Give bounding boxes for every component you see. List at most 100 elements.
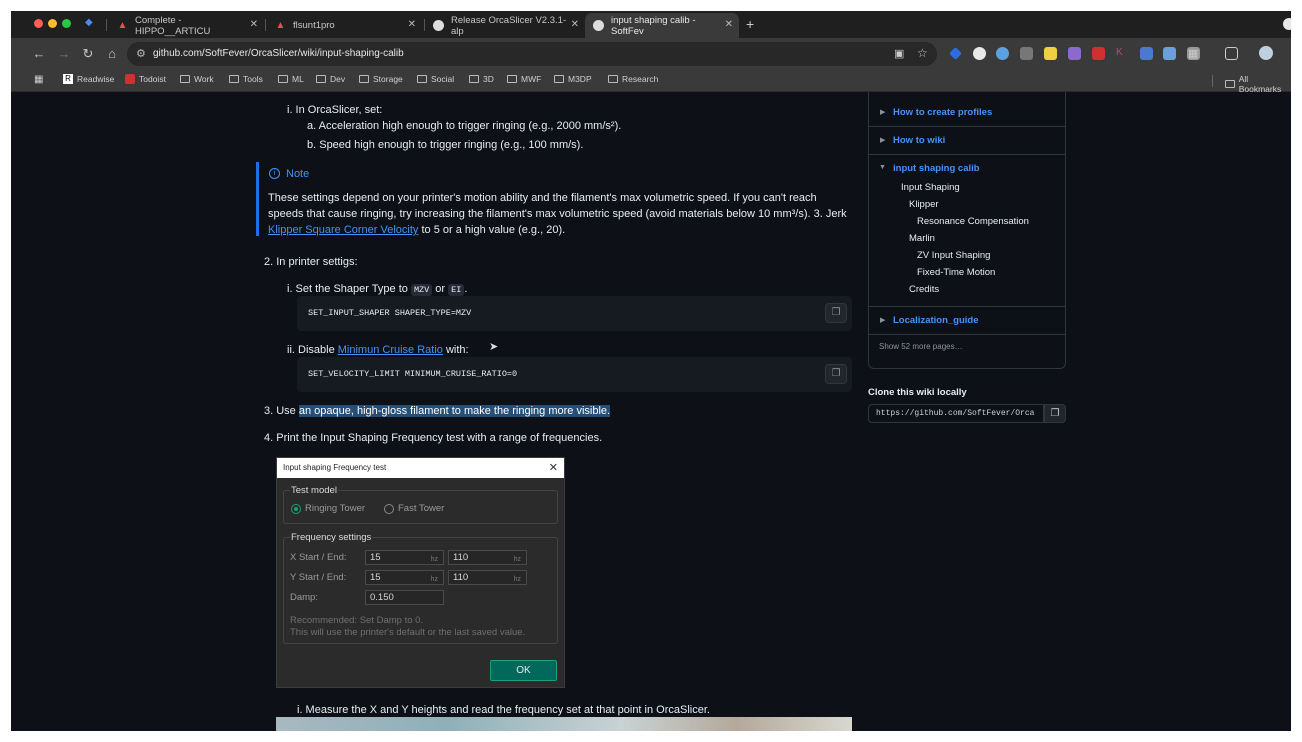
clone-url-input[interactable]: https://github.com/SoftFever/Orca	[868, 404, 1044, 423]
minimize-window-button[interactable]	[48, 19, 57, 28]
toc-input-shaping[interactable]: Input Shaping	[901, 182, 960, 193]
extension-shield-icon[interactable]	[1068, 47, 1081, 60]
unit-label: hz	[513, 556, 521, 563]
caret-right-icon[interactable]: ▶	[880, 316, 885, 324]
tab-release-orcaslicer[interactable]: Release OrcaSlicer V2.3.1-alp ✕	[425, 13, 585, 38]
warning-icon: ▲	[117, 20, 128, 31]
y-start-input[interactable]: 15 hz	[365, 570, 444, 585]
dialog-titlebar: Input shaping Frequency test ✕	[277, 458, 564, 478]
home-icon[interactable]: ⌂	[103, 45, 121, 63]
site-info-icon[interactable]: ⚙	[136, 47, 146, 60]
close-icon[interactable]: ✕	[549, 461, 558, 474]
profile-avatar[interactable]	[1259, 46, 1273, 60]
extension-onepassword-icon[interactable]	[973, 47, 986, 60]
close-icon[interactable]: ✕	[408, 19, 416, 30]
x-start-input[interactable]: 15 hz	[365, 550, 444, 565]
apps-grid-icon[interactable]: ▦	[34, 74, 43, 85]
toc-resonance-compensation[interactable]: Resonance Compensation	[917, 216, 1029, 227]
caret-right-icon[interactable]: ▶	[880, 108, 885, 116]
caret-right-icon[interactable]: ▶	[880, 136, 885, 144]
back-arrow-icon[interactable]: ←	[30, 45, 48, 63]
bookmark-readwise[interactable]: R Readwise	[63, 74, 114, 84]
toc-credits[interactable]: Credits	[909, 284, 939, 295]
klipper-scv-link[interactable]: Klipper Square Corner Velocity	[268, 224, 418, 236]
toc-marlin[interactable]: Marlin	[909, 233, 935, 244]
show-more-pages-link[interactable]: Show 52 more pages…	[879, 342, 963, 351]
code-text: SET_VELOCITY_LIMIT MINIMUM_CRUISE_RATIO=…	[308, 369, 518, 379]
bookmark-folder-ml[interactable]: ML	[278, 74, 304, 84]
sidebar-page-how-to-wiki[interactable]: How to wiki	[893, 135, 945, 146]
x-start-end-label: X Start / End:	[290, 552, 347, 563]
install-app-icon[interactable]: ▣	[894, 47, 904, 60]
bookmark-star-icon[interactable]: ☆	[917, 46, 928, 60]
extension-todoist-icon[interactable]	[1092, 47, 1105, 60]
damp-input[interactable]: 0.150	[365, 590, 444, 605]
bookmark-folder-3d[interactable]: 3D	[469, 74, 494, 84]
ok-button[interactable]: OK	[490, 660, 557, 681]
divider	[869, 154, 1065, 155]
extension-globe-icon[interactable]	[996, 47, 1009, 60]
extension-chart-icon[interactable]	[1163, 47, 1176, 60]
url-text[interactable]: github.com/SoftFever/OrcaSlicer/wiki/inp…	[153, 48, 404, 59]
copy-icon[interactable]: ❐	[825, 303, 847, 323]
ringing-tower-label: Ringing Tower	[305, 503, 366, 514]
tab-input-shaping-calib[interactable]: input shaping calib - SoftFev ✕	[585, 13, 739, 38]
new-tab-button[interactable]: +	[746, 16, 754, 32]
extensions-puzzle-icon[interactable]: ▦	[1188, 47, 1201, 60]
bookmark-folder-mwf[interactable]: MWF	[507, 74, 541, 84]
bookmark-label: Dev	[330, 74, 346, 84]
close-icon[interactable]: ✕	[571, 19, 579, 30]
extension-bird-icon[interactable]	[1140, 47, 1153, 60]
extension-gem-icon[interactable]	[949, 47, 962, 60]
bookmark-folder-social[interactable]: Social	[417, 74, 454, 84]
radio-fast-tower[interactable]	[384, 504, 394, 514]
folder-icon	[229, 75, 239, 83]
x-end-input[interactable]: 110 hz	[448, 550, 527, 565]
sidebar-page-input-shaping-calib[interactable]: input shaping calib	[893, 163, 980, 174]
copy-icon[interactable]: ❐	[825, 364, 847, 384]
caret-down-icon[interactable]: ▼	[879, 164, 886, 171]
reload-icon[interactable]: ↻	[79, 45, 97, 63]
side-panel-icon[interactable]	[1225, 47, 1238, 60]
field-value: 15	[370, 552, 381, 563]
address-bar[interactable]: ⚙ github.com/SoftFever/OrcaSlicer/wiki/i…	[127, 42, 937, 66]
y-end-input[interactable]: 110 hz	[448, 570, 527, 585]
bookmark-folder-work[interactable]: Work	[180, 74, 214, 84]
bookmark-folder-storage[interactable]: Storage	[359, 74, 403, 84]
copy-icon[interactable]: ❐	[1044, 404, 1066, 423]
step-2-ii-text: ii. Disable Minimun Cruise Ratio with:	[287, 344, 469, 356]
extension-k-icon[interactable]: K	[1116, 47, 1129, 60]
toc-fixed-time-motion[interactable]: Fixed-Time Motion	[917, 267, 995, 278]
close-window-button[interactable]	[34, 19, 43, 28]
tab-hippo[interactable]: ▲ Complete - HIPPO__ARTICU ✕	[109, 13, 264, 38]
extension-readwise-icon[interactable]	[1044, 47, 1057, 60]
forward-arrow-icon[interactable]: →	[55, 45, 73, 63]
bookmarks-separator	[1212, 75, 1213, 87]
pinned-tab-icon[interactable]: ◆	[85, 18, 95, 28]
bookmark-folder-dev[interactable]: Dev	[316, 74, 345, 84]
sidebar-page-how-to-create-profiles[interactable]: How to create profiles	[893, 107, 992, 118]
y-start-end-label: Y Start / End:	[290, 572, 347, 583]
maximize-window-button[interactable]	[62, 19, 71, 28]
extension-screenshot-icon[interactable]	[1020, 47, 1033, 60]
bookmark-folder-m3dp[interactable]: M3DP	[554, 74, 592, 84]
close-icon[interactable]: ✕	[250, 19, 258, 30]
bookmark-folder-research[interactable]: Research	[608, 74, 658, 84]
toc-klipper[interactable]: Klipper	[909, 199, 939, 210]
code-text: SET_INPUT_SHAPER SHAPER_TYPE=MZV	[308, 308, 472, 318]
bookmark-label: Todoist	[139, 74, 166, 84]
tab-search-icon[interactable]	[1283, 18, 1291, 30]
sidebar-page-localization-guide[interactable]: Localization_guide	[893, 315, 979, 326]
bookmark-todoist[interactable]: Todoist	[125, 74, 166, 84]
bookmark-label: 3D	[483, 74, 494, 84]
radio-ringing-tower[interactable]	[291, 504, 301, 514]
minimum-cruise-ratio-link[interactable]: Minimun Cruise Ratio	[338, 344, 443, 356]
toc-zv-input-shaping[interactable]: ZV Input Shaping	[917, 250, 990, 261]
bookmark-folder-tools[interactable]: Tools	[229, 74, 263, 84]
close-icon[interactable]: ✕	[725, 19, 733, 30]
damp-label: Damp:	[290, 592, 318, 603]
step-text: i. Set the Shaper Type to	[287, 283, 411, 295]
all-bookmarks-folder[interactable]: All Bookmarks	[1225, 74, 1291, 94]
tab-flsunt1pro[interactable]: ▲ flsunt1pro ✕	[267, 13, 422, 38]
frequency-settings-label: Frequency settings	[290, 532, 373, 543]
